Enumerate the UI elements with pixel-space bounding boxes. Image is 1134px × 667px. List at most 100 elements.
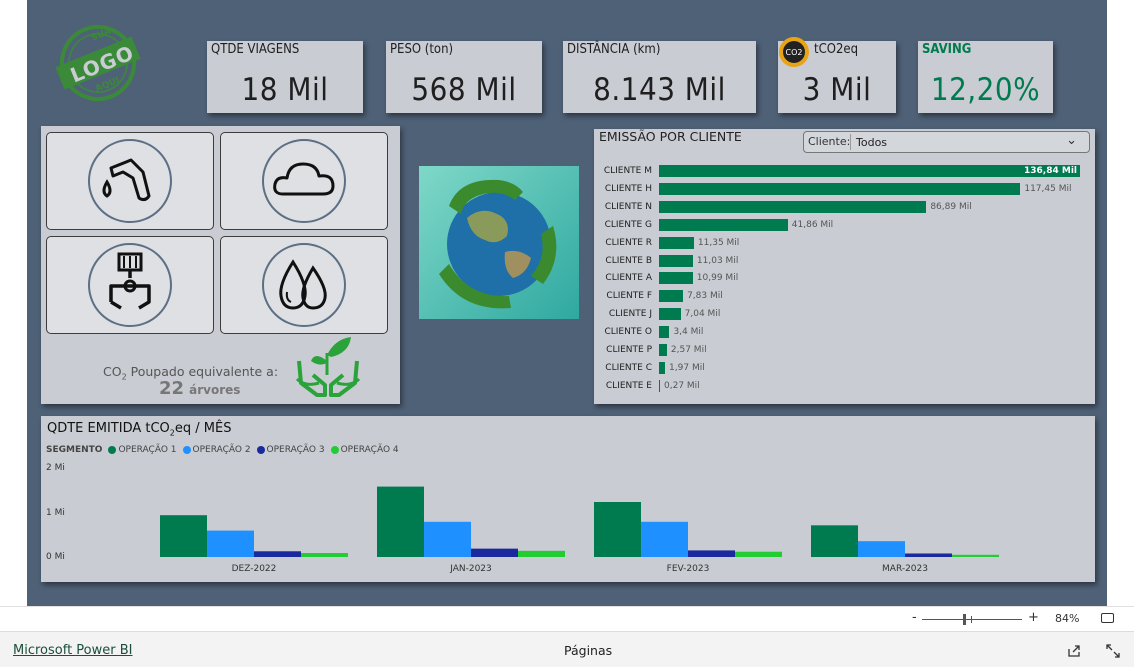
- client-bar[interactable]: [659, 272, 693, 285]
- zoom-slider[interactable]: [922, 614, 1022, 625]
- water-tile[interactable]: [220, 236, 388, 334]
- client-bar[interactable]: [659, 344, 667, 356]
- kpi-card-viagens[interactable]: QTDE VIAGENS 18 Mil: [207, 41, 363, 113]
- kpi-card-tco2eq[interactable]: CO2 tCO2eq 3 Mil: [778, 37, 896, 113]
- fuel-pump-icon: [88, 139, 172, 223]
- kpi-title: PESO (ton): [390, 42, 454, 57]
- kpi-value: 3 Mil: [802, 72, 872, 108]
- client-bar[interactable]: [659, 361, 666, 374]
- cloud-icon: [262, 139, 346, 223]
- monthly-bar[interactable]: [301, 553, 348, 557]
- report-canvas: SUA LOGO AQUI QTDE VIAGENS 18 Mil PESO (…: [27, 0, 1107, 606]
- client-bar-value: 11,35 Mil: [697, 237, 740, 248]
- chevron-down-icon: ⌄: [1066, 133, 1077, 148]
- x-tick-label: JAN-2023: [449, 564, 492, 574]
- client-bar[interactable]: [659, 218, 788, 231]
- client-label: CLIENTE H: [604, 183, 652, 194]
- client-bar[interactable]: [659, 379, 660, 392]
- co2-suffix: Poupado equivalente a:: [126, 364, 279, 379]
- trees-unit: árvores: [189, 383, 241, 397]
- factory-tile[interactable]: [46, 236, 214, 334]
- power-bi-link[interactable]: Microsoft Power BI: [13, 643, 132, 658]
- kpi-value: 568 Mil: [411, 72, 517, 108]
- kpi-title: QTDE VIAGENS: [211, 42, 300, 57]
- client-bar[interactable]: [659, 290, 684, 303]
- client-bar[interactable]: [659, 236, 694, 249]
- fullscreen-icon[interactable]: [1106, 644, 1120, 658]
- client-bar-value: 86,89 Mil: [930, 201, 972, 212]
- co2-badge-text: CO2: [783, 41, 805, 63]
- client-bar-value: 3,4 Mil: [673, 327, 704, 338]
- client-bar[interactable]: [659, 254, 693, 267]
- kpi-value: 12,20%: [930, 72, 1041, 108]
- monthly-bar[interactable]: [952, 554, 999, 557]
- client-label: CLIENTE J: [608, 309, 652, 320]
- co2-saved-value: 22 árvores: [159, 378, 240, 399]
- water-drops-icon: [262, 243, 346, 327]
- monthly-bar[interactable]: [471, 548, 518, 557]
- cloud-tile[interactable]: [220, 132, 388, 230]
- monthly-bar[interactable]: [594, 502, 641, 557]
- monthly-bar[interactable]: [858, 541, 905, 557]
- fit-to-page-icon[interactable]: [1101, 613, 1114, 623]
- client-bar[interactable]: [659, 200, 927, 213]
- monthly-bar[interactable]: [518, 550, 565, 557]
- monthly-bar[interactable]: [254, 551, 301, 557]
- zoom-in-button[interactable]: +: [1028, 610, 1039, 625]
- logo: SUA LOGO AQUI: [51, 22, 145, 104]
- client-label: CLIENTE P: [606, 345, 652, 355]
- filter-separator: [850, 134, 851, 150]
- client-bar-value: 7,04 Mil: [684, 309, 721, 320]
- client-bar[interactable]: [659, 326, 670, 339]
- monthly-bar[interactable]: [735, 551, 782, 557]
- client-bar-value: 1,97 Mil: [669, 362, 705, 373]
- client-bar-value: 11,03 Mil: [696, 255, 739, 266]
- x-tick-label: MAR-2023: [882, 564, 928, 574]
- monthly-bar[interactable]: [377, 486, 424, 557]
- client-bar-value: 117,45 Mil: [1024, 183, 1072, 194]
- client-bar-value: 2,57 Mil: [670, 345, 707, 355]
- client-filter-dropdown[interactable]: Cliente: Todos ⌄: [803, 131, 1090, 153]
- client-bar[interactable]: [659, 308, 681, 321]
- co2-badge-icon: CO2: [779, 37, 809, 67]
- zoom-out-button[interactable]: -: [912, 610, 917, 625]
- monthly-bar[interactable]: [905, 553, 952, 557]
- kpi-title: DISTÂNCIA (km): [567, 42, 661, 57]
- kpi-card-distancia[interactable]: DISTÂNCIA (km) 8.143 Mil: [563, 41, 756, 113]
- x-tick-label: FEV-2023: [667, 564, 710, 574]
- monthly-bar[interactable]: [424, 521, 471, 557]
- monthly-bar[interactable]: [688, 550, 735, 557]
- kpi-title: SAVING: [922, 42, 972, 57]
- zoom-slider-thumb[interactable]: [963, 614, 966, 625]
- client-label: CLIENTE M: [603, 166, 652, 176]
- filter-value: Todos: [856, 136, 888, 149]
- earth-recycle-image: [419, 166, 579, 319]
- monthly-bar[interactable]: [811, 525, 858, 557]
- monthly-bar[interactable]: [160, 515, 207, 557]
- client-bar-value: 7,83 Mil: [687, 291, 723, 302]
- zoom-level[interactable]: 84%: [1055, 612, 1079, 625]
- kpi-card-peso[interactable]: PESO (ton) 568 Mil: [386, 41, 542, 113]
- client-label: CLIENTE A: [605, 273, 652, 284]
- client-label: CLIENTE F: [606, 291, 652, 302]
- filter-label: Cliente:: [808, 135, 851, 148]
- fuel-tile[interactable]: [46, 132, 214, 230]
- kpi-card-saving[interactable]: SAVING 12,20%: [918, 41, 1053, 113]
- monthly-emission-panel: QDTE EMITIDA tCO2eq / MÊS SEGMENTO OPERA…: [41, 416, 1095, 582]
- client-bar-value: 10,99 Mil: [696, 273, 739, 284]
- client-label: CLIENTE O: [604, 327, 652, 338]
- client-bar-value: 41,86 Mil: [791, 219, 834, 230]
- client-label: CLIENTE N: [604, 201, 652, 212]
- zoom-slider-tick: [971, 616, 972, 623]
- client-label: CLIENTE E: [605, 380, 652, 391]
- client-bar-value: 136,84 Mil: [1024, 166, 1077, 176]
- monthly-bar[interactable]: [207, 530, 254, 557]
- client-bar[interactable]: [659, 165, 1080, 177]
- pages-button[interactable]: Páginas: [564, 643, 612, 658]
- x-tick-label: DEZ-2022: [232, 564, 277, 574]
- client-bar[interactable]: [659, 182, 1021, 195]
- zoom-bar: - + 84%: [0, 606, 1134, 630]
- share-icon[interactable]: [1067, 644, 1081, 658]
- monthly-bar[interactable]: [641, 521, 688, 557]
- client-label: CLIENTE B: [605, 255, 652, 266]
